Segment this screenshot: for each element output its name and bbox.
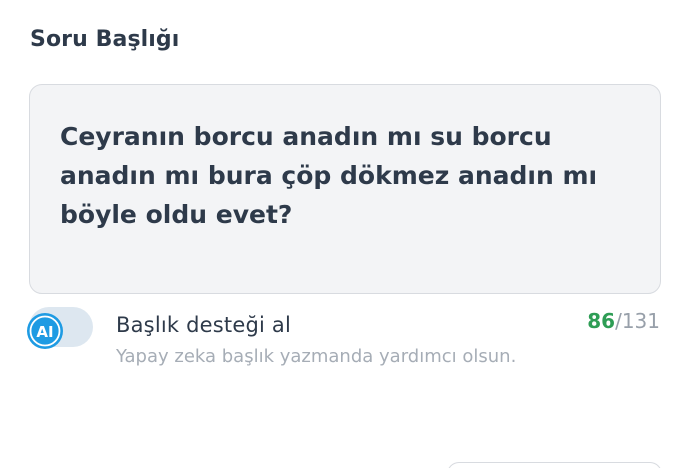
question-title-section: Soru Başlığı Ceyranın borcu anadın mı su… bbox=[0, 0, 690, 468]
ai-help-subtitle: Yapay zeka başlık yazmanda yardımcı olsu… bbox=[116, 346, 517, 367]
counter-current: 86 bbox=[587, 309, 616, 333]
ai-icon[interactable]: AI bbox=[25, 311, 65, 351]
counter-separator: / bbox=[615, 309, 622, 333]
question-title-textarea[interactable]: Ceyranın borcu anadın mı su borcu anadın… bbox=[29, 84, 661, 294]
section-title: Soru Başlığı bbox=[30, 27, 180, 52]
character-counter: 86/131 bbox=[587, 309, 660, 333]
counter-max: 131 bbox=[621, 309, 660, 333]
ai-icon-label: AI bbox=[36, 323, 53, 341]
ai-help-title[interactable]: Başlık desteği al bbox=[116, 313, 291, 337]
bottom-button-edge[interactable] bbox=[447, 462, 662, 468]
